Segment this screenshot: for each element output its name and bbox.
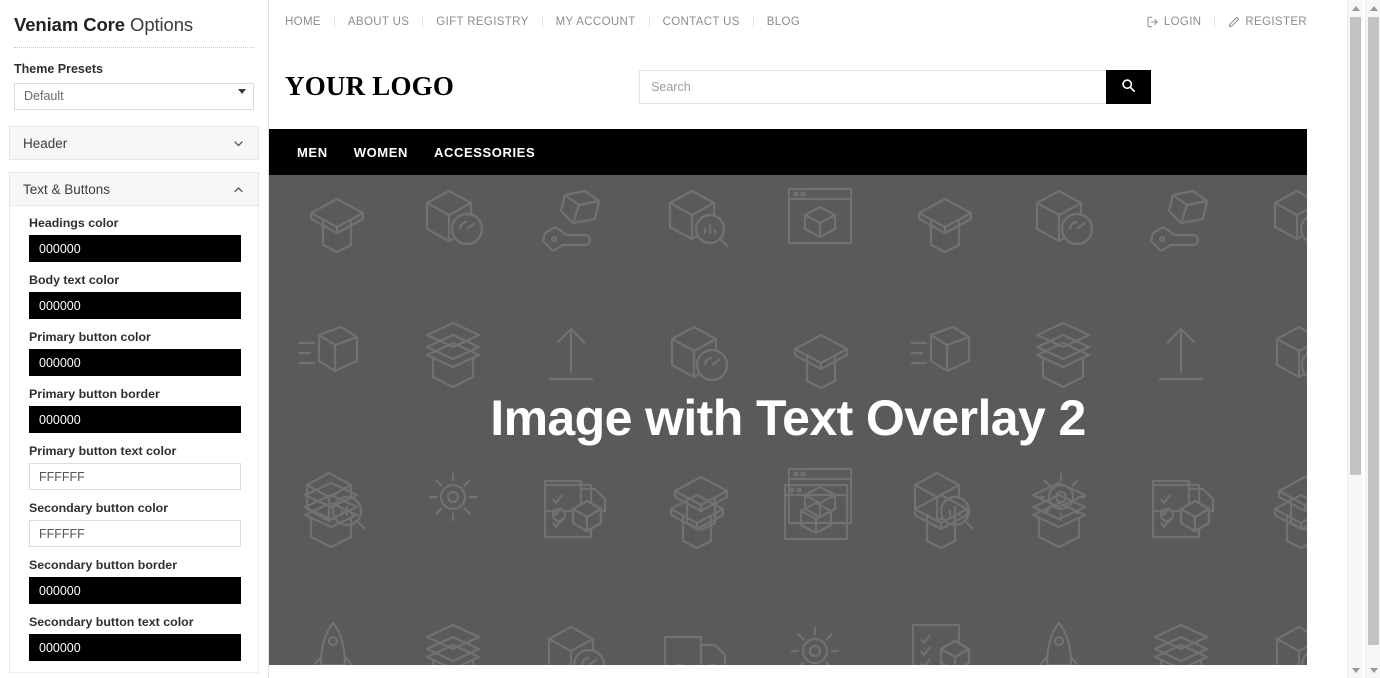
field-label: Headings color bbox=[29, 216, 119, 230]
account-actions: LOGIN REGISTER bbox=[1134, 16, 1337, 28]
app-root: Veniam Core Options Theme Presets Defaul… bbox=[0, 0, 1380, 678]
mainnav-item-women[interactable]: WOMEN bbox=[341, 145, 421, 160]
register-button[interactable]: REGISTER bbox=[1215, 16, 1337, 28]
secondary-button-color-input[interactable] bbox=[29, 520, 241, 547]
site-logo[interactable]: YOUR LOGO bbox=[285, 71, 454, 102]
mainnav-item-accessories[interactable]: ACCESSORIES bbox=[421, 145, 548, 160]
field-label: Secondary button border bbox=[29, 558, 178, 572]
preview-scrollbar-thumb[interactable] bbox=[1350, 17, 1361, 475]
field-secondary-button-border: Secondary button border bbox=[10, 558, 258, 604]
field-secondary-button-text-color: Secondary button text color bbox=[10, 615, 258, 661]
hero-heading: Image with Text Overlay 2 bbox=[490, 390, 1086, 446]
accordion-header-header-label: Header bbox=[23, 135, 68, 151]
field-body-text-color: Body text color bbox=[10, 273, 258, 319]
secondary-button-text-color-input[interactable] bbox=[29, 634, 241, 661]
search-input[interactable] bbox=[639, 69, 1107, 104]
brand-row: YOUR LOGO bbox=[269, 44, 1351, 129]
field-primary-button-text-color: Primary button text color bbox=[10, 444, 258, 490]
topnav-item-about-us[interactable]: ABOUT US bbox=[335, 16, 424, 28]
preview-scrollbar[interactable] bbox=[1347, 0, 1362, 678]
search-button[interactable] bbox=[1106, 69, 1152, 104]
theme-presets-select[interactable]: Default bbox=[14, 83, 254, 110]
field-label: Secondary button color bbox=[29, 501, 169, 515]
secondary-button-border-input[interactable] bbox=[29, 577, 241, 604]
accordion-header-text-and-buttons-label: Text & Buttons bbox=[23, 181, 111, 197]
topnav-item-blog[interactable]: BLOG bbox=[754, 16, 813, 28]
primary-button-border-input[interactable] bbox=[29, 406, 241, 433]
primary-button-text-color-input[interactable] bbox=[29, 463, 241, 490]
utility-navbar: HOME ABOUT US GIFT REGISTRY MY ACCOUNT C… bbox=[269, 0, 1351, 44]
field-label: Body text color bbox=[29, 273, 120, 287]
options-accordion: Header Text & Buttons Headings color Bod… bbox=[0, 126, 268, 673]
register-label: REGISTER bbox=[1245, 16, 1307, 28]
panel-title: Veniam Core Options bbox=[0, 0, 268, 36]
panel-title-normal: Options bbox=[124, 14, 194, 35]
pencil-icon bbox=[1228, 16, 1240, 28]
utility-nav-links: HOME ABOUT US GIFT REGISTRY MY ACCOUNT C… bbox=[284, 16, 813, 28]
scroll-up-arrow-icon[interactable] bbox=[1366, 0, 1380, 16]
topnav-item-home[interactable]: HOME bbox=[284, 16, 335, 28]
scroll-down-arrow-icon[interactable] bbox=[1348, 662, 1363, 678]
scroll-up-arrow-icon[interactable] bbox=[1348, 0, 1363, 16]
accordion-header-text-and-buttons[interactable]: Text & Buttons bbox=[9, 172, 259, 206]
panel-title-bold: Veniam Core bbox=[14, 14, 125, 35]
site-preview-inner: HOME ABOUT US GIFT REGISTRY MY ACCOUNT C… bbox=[269, 0, 1351, 665]
window-scrollbar-thumb[interactable] bbox=[1368, 17, 1379, 645]
field-secondary-button-color: Secondary button color bbox=[10, 501, 258, 547]
field-primary-button-border: Primary button border bbox=[10, 387, 258, 433]
primary-button-color-input[interactable] bbox=[29, 349, 241, 376]
accordion-header-header[interactable]: Header bbox=[9, 126, 259, 160]
site-preview: HOME ABOUT US GIFT REGISTRY MY ACCOUNT C… bbox=[269, 0, 1351, 678]
login-button[interactable]: LOGIN bbox=[1134, 16, 1216, 28]
topnav-item-gift-registry[interactable]: GIFT REGISTRY bbox=[423, 16, 543, 28]
chevron-up-icon bbox=[232, 183, 245, 196]
scroll-down-arrow-icon[interactable] bbox=[1366, 662, 1380, 678]
topnav-item-my-account[interactable]: MY ACCOUNT bbox=[543, 16, 650, 28]
search-bar bbox=[639, 69, 1152, 104]
hero-banner[interactable]: Image with Text Overlay 2 bbox=[269, 175, 1307, 665]
window-scrollbar[interactable] bbox=[1365, 0, 1380, 678]
accordion-body-text-and-buttons: Headings color Body text color Primary b… bbox=[9, 206, 259, 673]
topnav-item-contact-us[interactable]: CONTACT US bbox=[650, 16, 754, 28]
field-label: Primary button border bbox=[29, 387, 160, 401]
field-primary-button-color: Primary button color bbox=[10, 330, 258, 376]
search-icon bbox=[1121, 78, 1136, 96]
main-navbar: MEN WOMEN ACCESSORIES bbox=[269, 129, 1307, 175]
mainnav-item-men[interactable]: MEN bbox=[284, 145, 341, 160]
field-label: Primary button text color bbox=[29, 444, 177, 458]
body-text-color-input[interactable] bbox=[29, 292, 241, 319]
theme-presets-field: Default bbox=[0, 76, 268, 110]
field-label: Secondary button text color bbox=[29, 615, 194, 629]
field-label: Primary button color bbox=[29, 330, 151, 344]
login-label: LOGIN bbox=[1163, 16, 1202, 28]
theme-presets-label: Theme Presets bbox=[14, 62, 103, 76]
sign-in-icon bbox=[1147, 16, 1159, 28]
theme-options-sidebar: Veniam Core Options Theme Presets Defaul… bbox=[0, 0, 269, 678]
field-headings-color: Headings color bbox=[10, 216, 258, 262]
headings-color-input[interactable] bbox=[29, 235, 241, 262]
chevron-down-icon bbox=[232, 137, 245, 150]
